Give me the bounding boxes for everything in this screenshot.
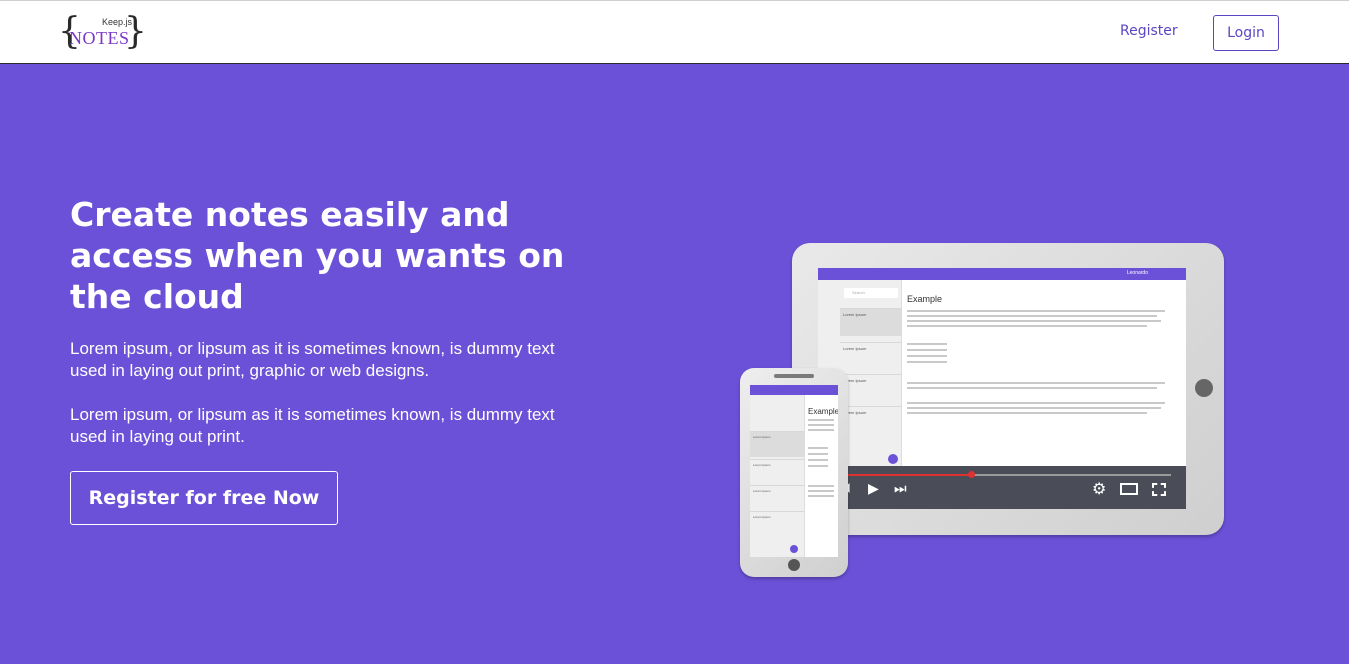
tablet-text-line [907,343,947,345]
tablet-note-item: Lorem Ipsum [840,308,902,336]
hero-title: Create notes easily and access when you … [70,195,565,316]
tablet-text-line [907,349,947,351]
tablet-note-item: Lorem Ipsum [840,342,902,370]
login-button[interactable]: Login [1213,15,1279,51]
phone-speaker [774,374,814,378]
phone-text-line [808,447,828,449]
tablet-text-line [907,402,1165,404]
tablet-user-name: Leonardo [1126,270,1148,276]
tablet-text-line [907,310,1165,312]
tablet-text-line [907,320,1161,322]
tablet-text-line [907,387,1157,389]
phone-text-line [808,490,834,492]
phone-note-item: Lorem Ipsum [750,485,805,511]
gear-icon: ⚙ [1092,479,1107,498]
phone-note-item: Lorem Ipsum [750,459,805,485]
top-navbar: { Keep.js NOTES } Register Login [0,0,1349,64]
tablet-screen: Leonardo Search Lorem Ipsum Lorem Ipsum … [818,268,1186,509]
phone-text-line [808,465,828,467]
phone-note-item: Lorem Ipsum [750,431,805,457]
phone-home-button [788,559,800,571]
phone-screen: Lorem Ipsum Lorem Ipsum Lorem Ipsum Lore… [750,385,838,557]
tablet-text-line [907,315,1157,317]
phone-text-line [808,453,828,455]
phone-note-item: Lorem Ipsum [750,511,805,537]
tablet-note-heading: Example [907,294,943,304]
tablet-text-line [907,325,1147,327]
video-progress-knob [967,471,975,478]
video-progress-fill [848,474,971,476]
phone-text-line [808,485,834,487]
tablet-note-item: Lorem Ipsum [840,406,902,434]
phone-text-line [808,459,828,461]
phone-illustration: Lorem Ipsum Lorem Ipsum Lorem Ipsum Lore… [740,368,848,577]
tablet-text-line [907,355,947,357]
notes-logo[interactable]: { Keep.js NOTES } [58,12,147,54]
theater-mode-icon [1120,483,1138,495]
fullscreen-icon [1152,483,1166,496]
video-player-bar: ⏴ ▶ ⏭ ⚙ [818,466,1186,509]
phone-note-heading: Example [808,407,838,416]
tablet-search-field: Search [844,288,898,298]
tablet-text-line [907,382,1165,384]
phone-app-bar [750,385,838,395]
phone-text-line [808,429,834,431]
tablet-text-line [907,361,947,363]
tablet-app-bar: Leonardo [818,268,1186,280]
phone-add-note-icon [790,545,798,553]
register-free-button[interactable]: Register for free Now [70,471,338,525]
tablet-add-note-icon [888,454,898,464]
tablet-illustration: Leonardo Search Lorem Ipsum Lorem Ipsum … [792,243,1224,535]
logo-close-brace: } [124,11,147,52]
hero-paragraph-2: Lorem ipsum, or lipsum as it is sometime… [70,405,555,446]
phone-text-line [808,419,834,421]
tablet-text-line [907,407,1161,409]
tablet-text-line [907,412,1147,414]
phone-text-line [808,495,834,497]
register-link[interactable]: Register [1120,23,1178,39]
next-icon: ⏭ [894,481,907,497]
hero-paragraph-1: Lorem ipsum, or lipsum as it is sometime… [70,339,555,380]
phone-notes-sidebar: Lorem Ipsum Lorem Ipsum Lorem Ipsum Lore… [750,395,805,557]
tablet-note-item: Lorem Ipsum [840,374,902,402]
phone-text-line [808,424,834,426]
logo-notes-text: NOTES [69,28,130,48]
tablet-home-button [1195,379,1213,397]
play-icon: ▶ [868,481,879,497]
